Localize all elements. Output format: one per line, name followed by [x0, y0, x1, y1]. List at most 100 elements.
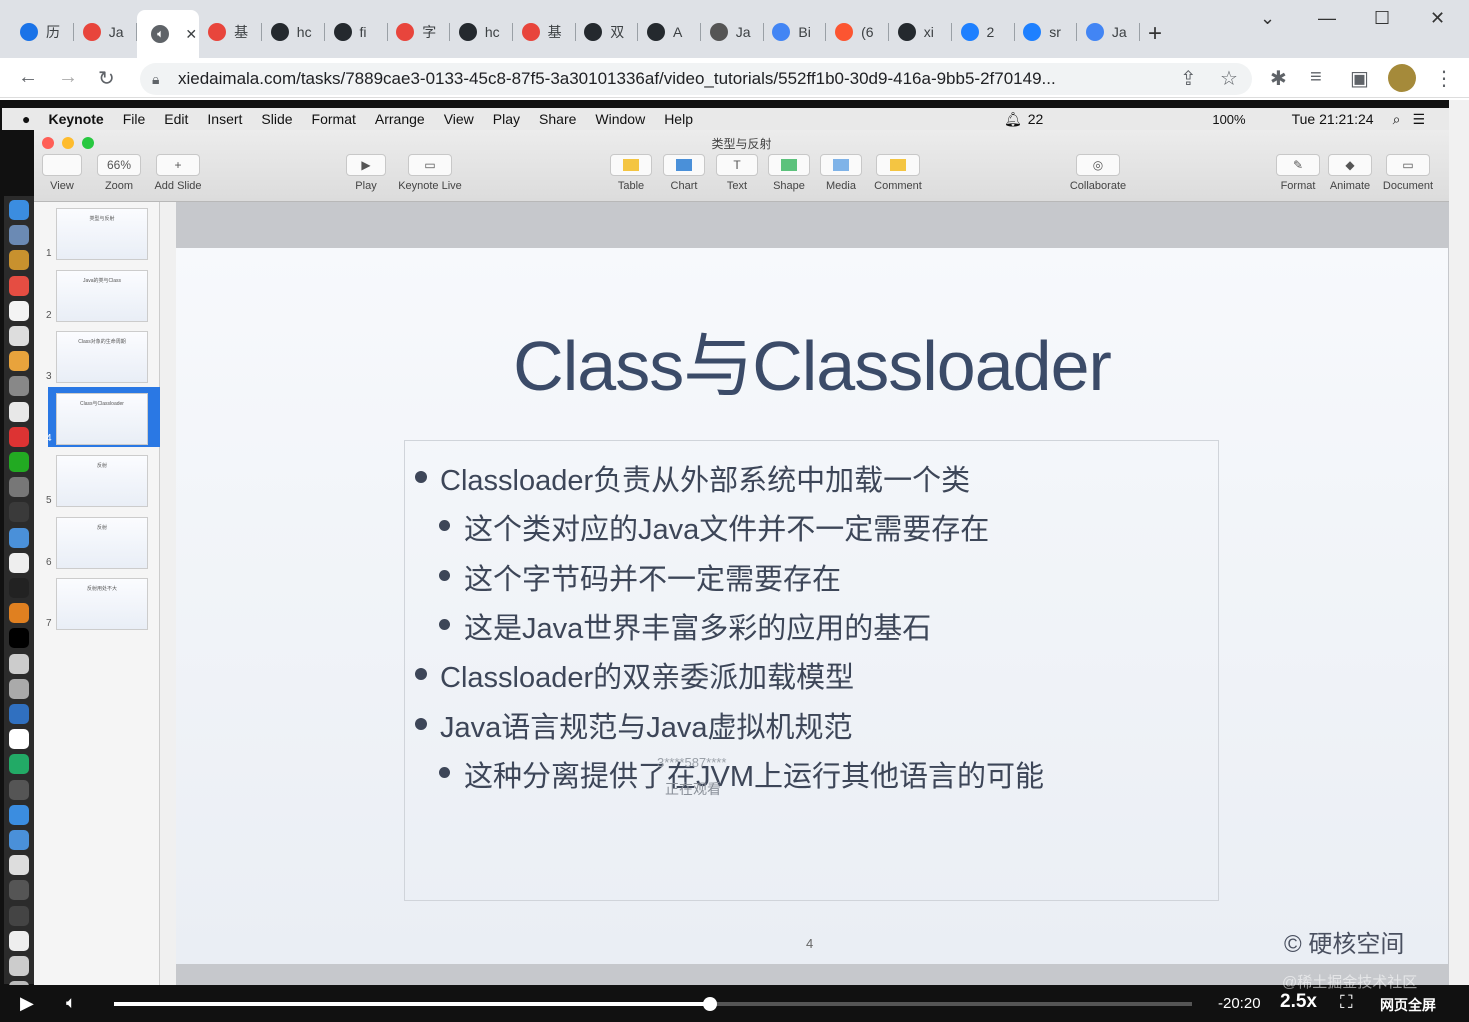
fullscreen-icon[interactable]: ⛶ [1340, 992, 1353, 1013]
browser-tab[interactable]: 基 [514, 14, 576, 50]
slide-thumbnail[interactable]: 反射 [56, 516, 148, 569]
play-icon[interactable]: ▶ [20, 993, 34, 1014]
dock-app-icon[interactable] [9, 552, 29, 573]
browser-tab[interactable]: Bi [764, 14, 827, 50]
bookmark-star-icon[interactable]: ☆ [1220, 66, 1238, 91]
browser-tab[interactable]: Ja [1078, 14, 1140, 50]
animate-button[interactable]: ◆ Animate [1326, 154, 1374, 192]
dock-app-icon[interactable] [9, 401, 29, 422]
dock-app-icon[interactable] [9, 578, 29, 598]
dock-app-icon[interactable] [9, 275, 29, 296]
browser-tab[interactable]: (6 [827, 14, 890, 50]
progress-handle[interactable] [702, 997, 717, 1011]
dock-app-icon[interactable] [9, 628, 29, 649]
dock-app-icon[interactable] [9, 426, 29, 447]
new-tab-button[interactable]: + [1148, 20, 1162, 48]
dock-app-icon[interactable] [9, 225, 29, 246]
address-bar[interactable]: 🔒︎ xiedaimala.com/tasks/7889cae3-0133-45… [140, 63, 1252, 95]
browser-tab[interactable]: sr [1015, 14, 1078, 50]
volume-icon[interactable]: 🔈︎ [66, 993, 76, 1013]
slide-thumbnail[interactable]: 反射用处不大 [56, 578, 148, 631]
slide-thumbnail[interactable]: Java的类与Class [56, 269, 148, 322]
dock-app-icon[interactable] [9, 779, 29, 800]
dock-app-icon[interactable] [9, 905, 29, 926]
dock-app-icon[interactable] [9, 754, 29, 775]
back-icon[interactable]: ← [18, 66, 38, 89]
close-tab-icon[interactable]: ✕ [185, 26, 197, 43]
mac-menu-item[interactable]: Arrange [375, 111, 425, 127]
mac-menu-item[interactable]: Share [539, 111, 576, 127]
menu-icon[interactable]: ⋮ [1434, 66, 1454, 91]
close-window-button[interactable]: ✕ [1430, 8, 1445, 29]
browser-tab[interactable]: xi [890, 14, 952, 50]
mac-menu-item[interactable]: Play [493, 111, 520, 127]
media-control-icon[interactable]: ≡ [1310, 66, 1322, 89]
dock-app-icon[interactable] [9, 930, 29, 951]
view-button[interactable]: View [40, 154, 84, 192]
browser-tab[interactable]: hc [263, 14, 325, 50]
dock-app-icon[interactable] [9, 502, 29, 523]
page-fullscreen-button[interactable]: 网页全屏 [1380, 995, 1436, 1015]
zoom-button[interactable]: 66% Zoom [92, 154, 146, 192]
mac-menu-item[interactable]: Insert [207, 111, 242, 127]
dock-app-icon[interactable] [9, 250, 29, 271]
browser-tab[interactable]: fi [326, 14, 388, 50]
collaborate-button[interactable]: ◎ Collaborate [1064, 154, 1132, 192]
slide-thumbnail[interactable]: 反射 [56, 454, 148, 507]
dock-app-icon[interactable] [9, 527, 29, 548]
speed-button[interactable]: 2.5x [1280, 991, 1317, 1013]
dock-app-icon[interactable] [9, 300, 29, 321]
slide-thumbnail[interactable]: Class对象的生命周期 [56, 331, 148, 384]
play-button[interactable]: ▶ Play [344, 154, 388, 192]
tab-search-icon[interactable]: ⌄ [1260, 8, 1275, 29]
slide-thumbnail[interactable]: 类型与反射 [56, 208, 148, 260]
dock-app-icon[interactable] [9, 880, 29, 901]
dock-app-icon[interactable] [9, 452, 29, 472]
keynote-live-button[interactable]: ▭ Keynote Live [394, 154, 466, 192]
mac-menu-item[interactable]: File [123, 111, 146, 127]
text-button[interactable]: T Text [714, 154, 760, 192]
forward-icon[interactable]: → [58, 66, 78, 89]
mac-menu-item[interactable]: Edit [164, 111, 188, 127]
slide-thumbnail[interactable]: Class与Classloader [56, 393, 148, 446]
mac-menu-item[interactable]: Format [312, 111, 356, 127]
scrollbar[interactable] [1449, 100, 1469, 985]
browser-tab[interactable]: A [639, 14, 701, 50]
maximize-button[interactable]: ☐ [1374, 8, 1390, 29]
document-button[interactable]: ▭ Document [1378, 154, 1438, 192]
mac-menu-item[interactable]: Slide [261, 111, 292, 127]
browser-tab[interactable]: 字 [388, 14, 451, 50]
dock-app-icon[interactable] [9, 704, 29, 724]
dock-app-icon[interactable] [9, 678, 29, 699]
media-button[interactable]: Media [818, 154, 864, 192]
dock-app-icon[interactable] [9, 326, 29, 346]
dock-app-icon[interactable] [9, 376, 29, 397]
browser-tab[interactable]: Ja [702, 14, 764, 50]
table-button[interactable]: Table [608, 154, 654, 192]
browser-tab[interactable]: 2 [953, 14, 1015, 50]
dock-app-icon[interactable] [9, 830, 29, 850]
avatar[interactable] [1388, 64, 1416, 92]
mac-menu-item[interactable]: View [444, 111, 474, 127]
dock-app-icon[interactable] [9, 603, 29, 624]
mac-menu-item[interactable]: Help [664, 111, 693, 127]
share-icon[interactable]: ⇪ [1180, 66, 1197, 91]
dock-app-icon[interactable] [9, 729, 29, 750]
mac-menu-item[interactable]: Window [595, 111, 645, 127]
browser-tab[interactable]: hc [451, 14, 513, 50]
dock-app-icon[interactable] [9, 653, 29, 674]
dock-app-icon[interactable] [9, 200, 29, 220]
dock-app-icon[interactable] [9, 804, 29, 825]
minimize-button[interactable]: — [1318, 8, 1336, 29]
browser-tab[interactable]: 🔈︎ ✕ [137, 10, 200, 58]
shape-button[interactable]: Shape [766, 154, 812, 192]
browser-tab[interactable]: 双 [576, 14, 639, 50]
dock-app-icon[interactable] [9, 351, 29, 372]
dock-app-icon[interactable] [9, 477, 29, 498]
progress-track[interactable] [114, 997, 1192, 1011]
side-panel-icon[interactable]: ▣ [1350, 66, 1369, 91]
browser-tab[interactable]: Ja [75, 14, 137, 50]
extensions-icon[interactable]: ✱ [1270, 66, 1287, 91]
dock-app-icon[interactable] [9, 855, 29, 876]
dock-app-icon[interactable] [9, 956, 29, 976]
